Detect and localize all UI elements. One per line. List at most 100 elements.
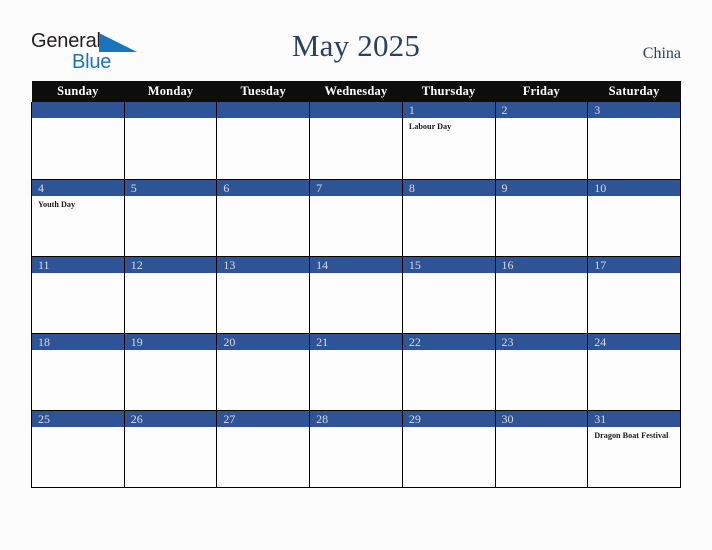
page-title: May 2025 <box>291 28 421 63</box>
day-number: 18 <box>32 333 124 350</box>
day-number: 22 <box>402 333 495 350</box>
day-number: 27 <box>217 410 310 427</box>
country-label: China <box>642 45 681 62</box>
day-number: 26 <box>124 410 217 427</box>
day-events <box>32 273 124 277</box>
calendar-day-cell[interactable]: 12 <box>123 256 218 334</box>
day-number: 5 <box>124 179 217 196</box>
calendar-day-cell[interactable]: 28 <box>309 410 403 488</box>
calendar-week-row: 11 12 13 14 15 16 17 <box>31 256 681 334</box>
calendar-day-cell[interactable]: 23 <box>494 333 589 411</box>
calendar-day-cell[interactable]: 1 Labour Day <box>401 102 496 180</box>
calendar-day-cell[interactable]: 8 <box>401 179 496 257</box>
calendar-day-cell[interactable]: 21 <box>309 333 403 411</box>
day-number: 13 <box>217 256 310 273</box>
calendar-day-cell[interactable]: 31 Dragon Boat Festival <box>587 410 681 488</box>
calendar-day-cell[interactable]: 14 <box>309 256 403 334</box>
day-number: 29 <box>402 410 495 427</box>
calendar-day-cell[interactable]: 20 <box>216 333 311 411</box>
calendar-day-cell[interactable]: 2 <box>494 102 589 180</box>
calendar-empty-cell <box>31 102 125 180</box>
day-number: 3 <box>588 102 680 118</box>
day-events <box>588 273 680 277</box>
day-events <box>588 350 680 354</box>
day-events <box>32 350 124 354</box>
calendar-day-cell[interactable]: 6 <box>216 179 311 257</box>
day-events <box>125 350 217 354</box>
calendar-day-cell[interactable]: 18 <box>31 333 125 411</box>
day-events <box>496 273 588 277</box>
day-events <box>496 196 588 200</box>
weekday-header-monday: Monday <box>124 81 217 102</box>
calendar-day-cell[interactable]: 7 <box>309 179 403 257</box>
day-events <box>403 273 495 277</box>
calendar-grid: Sunday Monday Tuesday Wednesday Thursday Frid… <box>31 81 681 488</box>
calendar-header-row: Sunday Monday Tuesday Wednesday Thursday Frid… <box>31 81 681 102</box>
calendar-day-cell[interactable]: 4 Youth Day <box>31 179 125 257</box>
calendar-empty-cell <box>216 102 311 180</box>
day-number <box>310 102 402 118</box>
day-events <box>496 427 588 431</box>
day-number: 6 <box>217 179 310 196</box>
day-events <box>32 427 124 431</box>
holiday-label: Youth Day <box>38 199 76 209</box>
day-number: 7 <box>310 179 402 196</box>
day-events <box>496 350 588 354</box>
day-events: Youth Day <box>32 196 124 211</box>
weekday-header-wednesday: Wednesday <box>309 81 403 102</box>
calendar-day-cell[interactable]: 30 <box>494 410 589 488</box>
day-events <box>217 427 309 431</box>
day-number: 23 <box>495 333 588 350</box>
day-number: 12 <box>124 256 217 273</box>
day-number: 11 <box>32 256 124 273</box>
day-events <box>32 118 124 122</box>
day-number: 8 <box>402 179 495 196</box>
day-events <box>217 196 309 200</box>
day-events <box>125 427 217 431</box>
weekday-header-thursday: Thursday <box>402 81 496 102</box>
calendar-day-cell[interactable]: 29 <box>401 410 496 488</box>
day-number: 17 <box>588 256 680 273</box>
weekday-header-row: Sunday Monday Tuesday Wednesday Thursday Frid… <box>31 81 681 102</box>
day-events <box>496 118 588 122</box>
holiday-label: Dragon Boat Festival <box>594 430 669 440</box>
calendar-day-cell[interactable]: 25 <box>31 410 125 488</box>
day-number: 25 <box>32 410 124 427</box>
calendar-day-cell[interactable]: 3 <box>587 102 681 180</box>
calendar-day-cell[interactable]: 17 <box>587 256 681 334</box>
calendar-day-cell[interactable]: 22 <box>401 333 496 411</box>
day-events <box>310 196 402 200</box>
calendar-day-cell[interactable]: 9 <box>494 179 589 257</box>
day-events <box>310 350 402 354</box>
calendar-day-cell[interactable]: 19 <box>123 333 218 411</box>
calendar-day-cell[interactable]: 5 <box>123 179 218 257</box>
day-events <box>588 118 680 122</box>
calendar-day-cell[interactable]: 26 <box>123 410 218 488</box>
day-events <box>403 350 495 354</box>
calendar-day-cell[interactable]: 11 <box>31 256 125 334</box>
day-number: 14 <box>310 256 402 273</box>
day-number: 2 <box>495 102 588 118</box>
calendar-empty-cell <box>309 102 403 180</box>
page-header: General Blue May 2025 China <box>0 0 712 80</box>
day-number: 31 <box>588 410 680 427</box>
holiday-label: Labour Day <box>408 122 452 131</box>
day-number: 30 <box>495 410 588 427</box>
day-events <box>588 196 680 200</box>
calendar-day-cell[interactable]: 15 <box>401 256 496 334</box>
day-events: Labour Day <box>403 118 495 133</box>
day-number: 28 <box>310 410 402 427</box>
calendar-day-cell[interactable]: 16 <box>494 256 589 334</box>
calendar-week-row: 25 26 27 28 29 30 31 Dragon Boat Festival <box>31 410 681 488</box>
day-events <box>217 118 309 122</box>
calendar-day-cell[interactable]: 10 <box>587 179 681 257</box>
calendar-day-cell[interactable]: 27 <box>216 410 311 488</box>
calendar-day-cell[interactable]: 13 <box>216 256 311 334</box>
day-events <box>403 427 495 431</box>
day-events <box>217 273 309 277</box>
day-number: 10 <box>588 179 680 196</box>
day-events <box>125 118 217 122</box>
calendar-week-row: 18 19 20 21 22 23 24 <box>31 333 681 411</box>
calendar-day-cell[interactable]: 24 <box>587 333 681 411</box>
day-events <box>403 196 495 200</box>
